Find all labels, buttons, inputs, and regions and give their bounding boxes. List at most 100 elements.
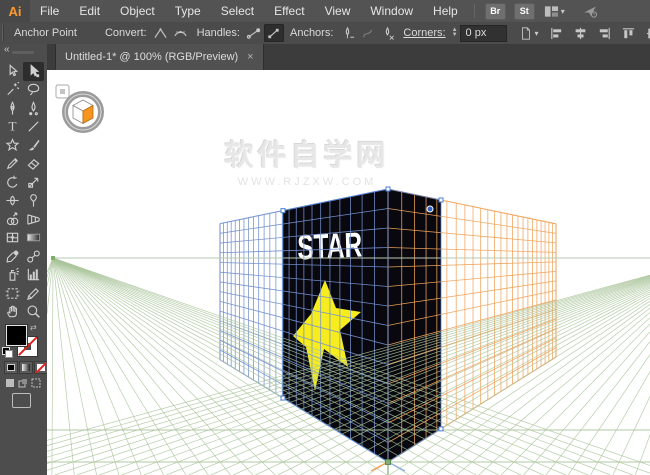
draw-inside-button[interactable] [30,377,41,388]
tool-symbol-sprayer[interactable] [2,266,23,285]
left-vanishing-point[interactable] [51,256,55,260]
anchor-curve-button[interactable] [357,24,377,42]
draw-behind-button[interactable] [17,377,28,388]
menu-bar: Ai File Edit Object Type Select Effect View Win… [0,0,650,23]
screen-mode-button[interactable] [12,393,31,408]
menu-item-window[interactable]: Window [360,0,423,22]
menu-item-file[interactable]: File [30,0,69,22]
tool-type[interactable]: T [2,118,23,137]
align-top-button[interactable] [619,24,639,42]
grid-line [52,257,298,475]
tool-scale[interactable] [23,173,44,192]
convert-label: Convert: [104,27,147,39]
ground-origin-handle[interactable] [385,459,391,465]
color-mode-button[interactable] [4,361,18,374]
grid-line [52,257,75,475]
convert-smooth-button[interactable] [171,24,191,42]
none-mode-button[interactable] [34,361,48,374]
tool-shape-builder[interactable] [2,210,23,229]
align-right-button[interactable] [595,24,615,42]
tool-hand[interactable] [2,303,23,322]
menu-item-object[interactable]: Object [110,0,165,22]
default-fill-stroke-icon[interactable] [2,347,13,358]
plane-switching-widget[interactable] [55,84,107,136]
tool-column-graph[interactable] [23,266,44,285]
badge-st[interactable]: St [513,2,535,20]
anchor-point-handle[interactable] [280,395,286,401]
convert-corner-button[interactable] [151,24,171,42]
tool-gradient[interactable] [23,229,44,248]
tool-zoom[interactable] [23,303,44,322]
artboard-canvas[interactable]: 软件自学网 WWW.RJZXW.COM STAR [47,70,650,475]
tool-selection[interactable] [2,62,23,81]
tool-star[interactable] [2,136,23,155]
workspace-switcher-icon[interactable]: ▾ [544,4,565,19]
tool-artboard[interactable] [2,284,23,303]
panel-grip[interactable] [2,25,4,41]
badge-br[interactable]: Br [484,2,506,20]
align-h-center-button[interactable] [571,24,591,42]
tool-paintbrush[interactable] [23,136,44,155]
collapse-panel-button[interactable]: « [4,44,9,55]
anchor-point-handle[interactable] [438,197,444,203]
corners-stepper[interactable]: ▲ ▼ [452,27,458,38]
document-tab[interactable]: Untitled-1* @ 100% (RGB/Preview) × [55,44,264,70]
document-setup-button[interactable]: ▾ [519,24,539,42]
corners-link[interactable]: Corners: [403,27,445,39]
svg-text:T: T [8,119,16,134]
tool-rotate[interactable] [2,173,23,192]
tool-mesh[interactable] [2,229,23,248]
grid-line [47,257,54,314]
swap-fill-stroke-icon[interactable]: ⇄ [30,323,37,332]
anchor-cut-button[interactable] [377,24,397,42]
menu-item-effect[interactable]: Effect [264,0,314,22]
anchor-point-handle[interactable] [280,208,286,214]
handles-hide-button[interactable] [263,24,284,42]
paint-mode-buttons [4,361,48,374]
menu-item-edit[interactable]: Edit [69,0,110,22]
draw-normal-button[interactable] [4,377,15,388]
handles-show-button[interactable] [244,24,264,42]
tool-eyedropper[interactable] [2,247,23,266]
tool-perspective-grid[interactable] [23,210,44,229]
tool-shaper[interactable] [2,155,23,174]
share-icon[interactable] [582,4,598,18]
panel-drag-handle[interactable] [12,51,34,54]
chevron-down-icon: ▾ [560,6,565,16]
tool-width[interactable] [2,192,23,211]
active-plane-cube[interactable] [72,99,94,125]
tool-lasso[interactable] [23,81,44,100]
tools-panel: « T ⇄ [0,44,48,475]
tool-direct-selection[interactable] [23,62,44,81]
fill-swatch-black[interactable] [6,325,27,346]
tool-eraser[interactable] [23,155,44,174]
menu-item-help[interactable]: Help [423,0,468,22]
tool-magic-wand[interactable] [2,81,23,100]
tool-free-transform[interactable] [23,192,44,211]
tool-list: T [2,62,46,321]
grid-line [52,257,231,475]
anchor-point-handle[interactable] [385,186,391,192]
tool-curvature[interactable] [23,99,44,118]
align-left-button[interactable] [547,24,567,42]
menu-badges: Br St [481,2,539,20]
menu-item-select[interactable]: Select [211,0,264,22]
tool-blend[interactable] [23,247,44,266]
tool-line-segment[interactable] [23,118,44,137]
align-v-center-button[interactable] [643,24,650,42]
perspective-scene[interactable]: STAR [47,70,650,475]
menu-item-view[interactable]: View [315,0,361,22]
gradient-mode-button[interactable] [19,361,33,374]
corners-input[interactable] [459,24,507,42]
tool-slice[interactable] [23,284,44,303]
close-tab-icon[interactable]: × [247,51,253,63]
drawing-mode-buttons [4,377,41,388]
document-tab-bar: Untitled-1* @ 100% (RGB/Preview) × [47,44,650,70]
control-bar: Anchor Point Convert: Handles: Anchors: … [0,22,650,45]
menu-item-type[interactable]: Type [165,0,211,22]
anchor-pen-button[interactable] [337,24,357,42]
tool-pen[interactable] [2,99,23,118]
document-title: Untitled-1* @ 100% (RGB/Preview) [65,51,239,63]
app-logo[interactable]: Ai [0,0,30,22]
anchor-point-handle[interactable] [438,426,444,432]
